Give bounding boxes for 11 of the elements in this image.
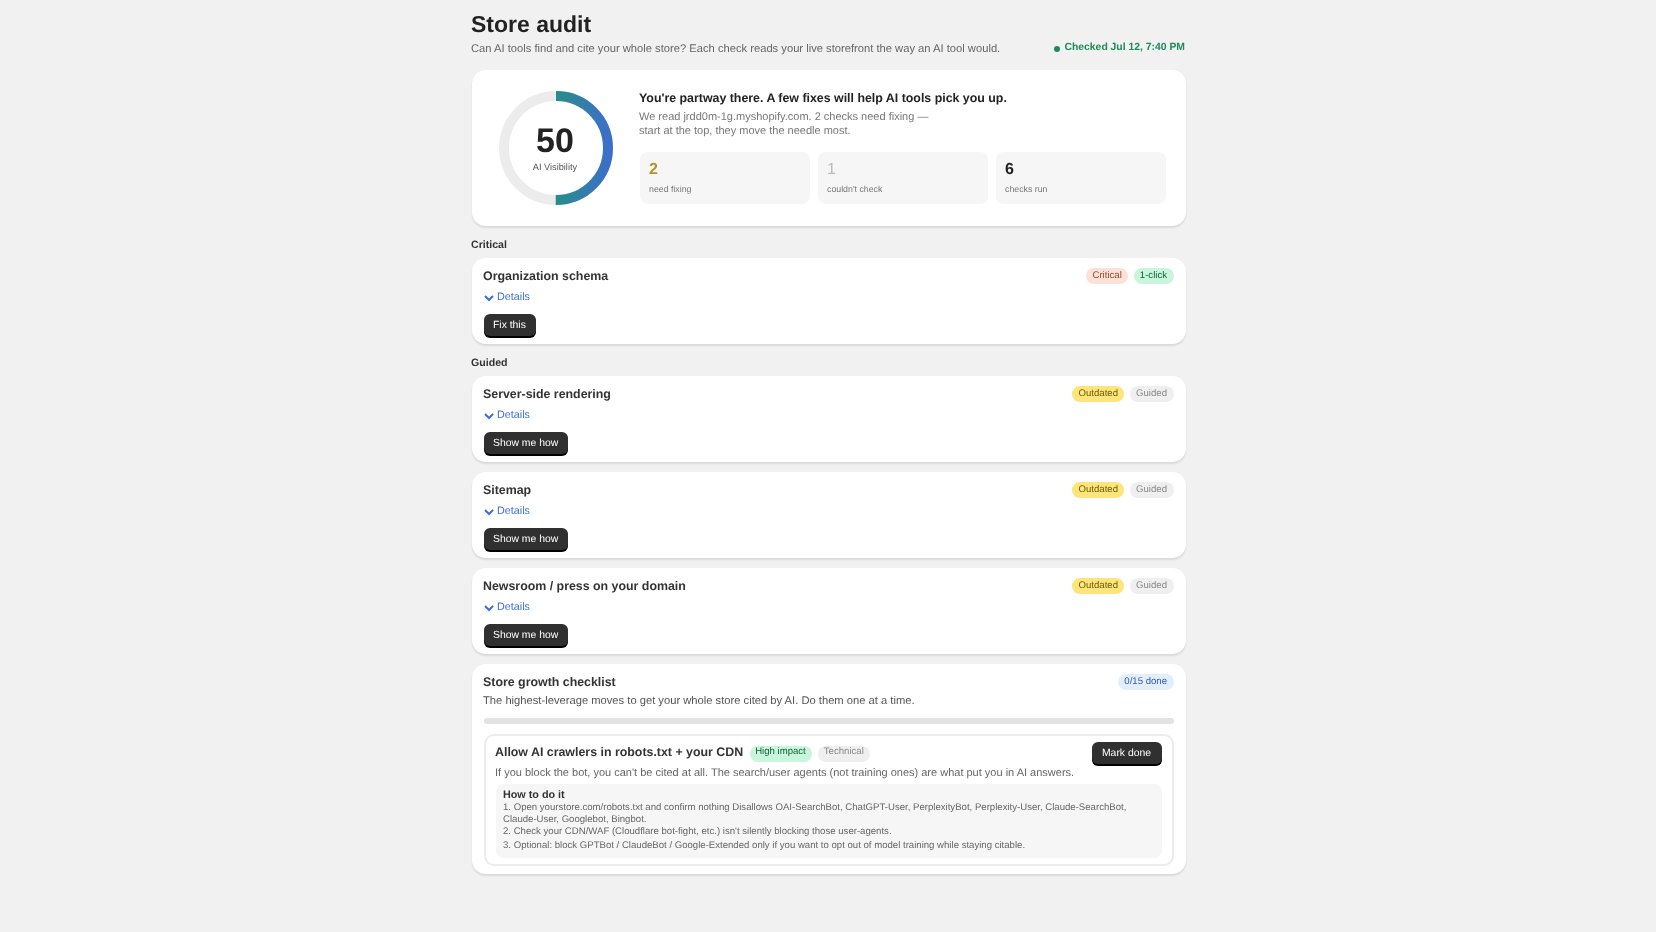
score-ring-icon — [495, 88, 615, 208]
page-title: Store audit — [471, 14, 594, 38]
status-dot — [1054, 45, 1061, 51]
chevron-down-icon — [483, 508, 493, 516]
chevron-down-icon — [483, 294, 493, 302]
chevron-down-icon — [483, 604, 493, 612]
chevron-down-icon — [483, 412, 493, 420]
score-value: 50 — [536, 124, 574, 158]
stat-value: 2 — [649, 160, 660, 179]
stat-value: 6 — [1005, 160, 1016, 179]
stat-value: 1 — [827, 160, 838, 179]
